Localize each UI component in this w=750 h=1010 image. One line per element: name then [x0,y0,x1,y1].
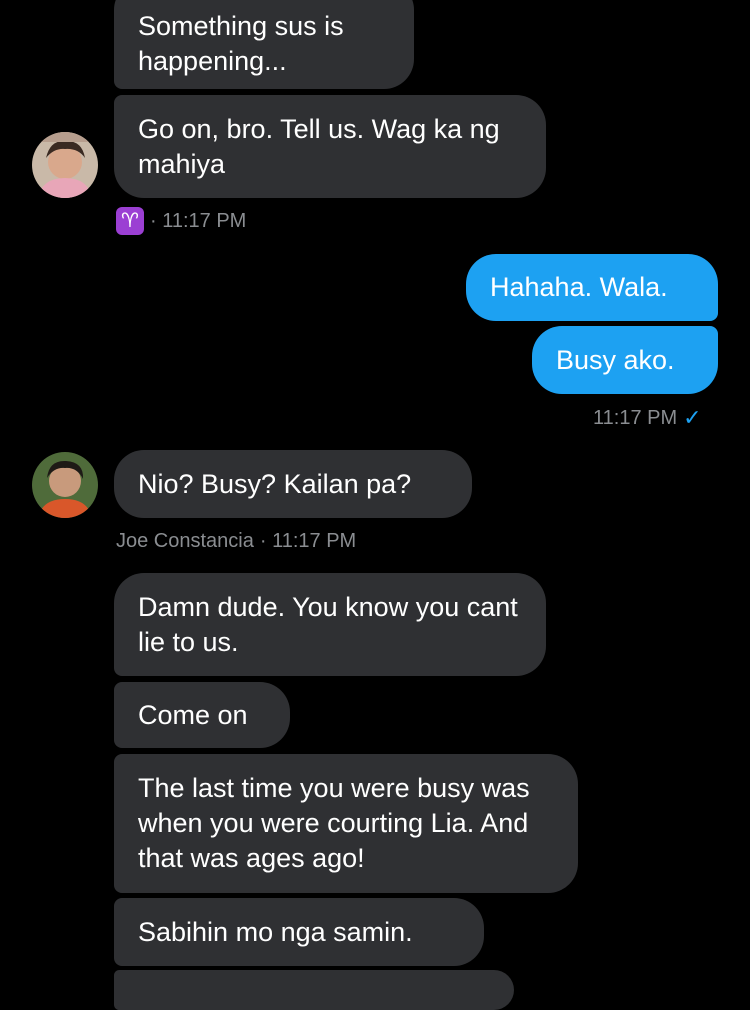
message-bubble-outgoing[interactable]: Busy ako. [532,326,718,394]
message-meta: Joe Constancia · 11:17 PM [116,530,356,553]
message-bubble-incoming[interactable]: Damn dude. You know you cant lie to us. [114,573,546,676]
avatar-photo-icon [32,132,98,198]
avatar-photo-icon [32,452,98,518]
sender-name[interactable]: Joe Constancia [116,530,254,553]
read-check-icon: ✓ [683,405,702,430]
message-bubble-incoming-partial[interactable] [114,970,514,1010]
message-text: The last time you were busy was when you… [138,773,530,873]
aries-icon: ♈ [116,207,144,235]
message-text: Go on, bro. Tell us. Wag ka ng mahiya [138,113,500,179]
message-bubble-incoming[interactable]: Go on, bro. Tell us. Wag ka ng mahiya [114,95,546,198]
message-bubble-incoming[interactable]: Nio? Busy? Kailan pa? [114,450,472,518]
message-text: Sabihin mo nga samin. [138,916,413,947]
message-text: Hahaha. Wala. [490,272,668,302]
avatar[interactable] [32,132,98,198]
message-bubble-incoming[interactable]: Sabihin mo nga samin. [114,898,484,966]
message-bubble-incoming[interactable]: Something sus is happening... [114,0,414,89]
message-text: Busy ako. [556,344,675,375]
message-text: Nio? Busy? Kailan pa? [138,468,412,499]
message-bubble-outgoing[interactable]: Hahaha. Wala. [466,254,718,321]
message-meta: 11:17 PM ✓ [593,405,702,431]
message-text: Something sus is happening... [138,10,344,76]
timestamp: · 11:17 PM [150,209,247,232]
timestamp: · 11:17 PM [259,530,357,552]
message-text: Damn dude. You know you cant lie to us. [138,591,518,657]
message-bubble-incoming[interactable]: Come on [114,682,290,748]
avatar[interactable] [32,452,98,518]
message-meta: ♈ · 11:17 PM [116,207,246,235]
message-bubble-incoming[interactable]: The last time you were busy was when you… [114,754,578,893]
timestamp: 11:17 PM [593,406,678,429]
message-text: Come on [138,699,248,730]
